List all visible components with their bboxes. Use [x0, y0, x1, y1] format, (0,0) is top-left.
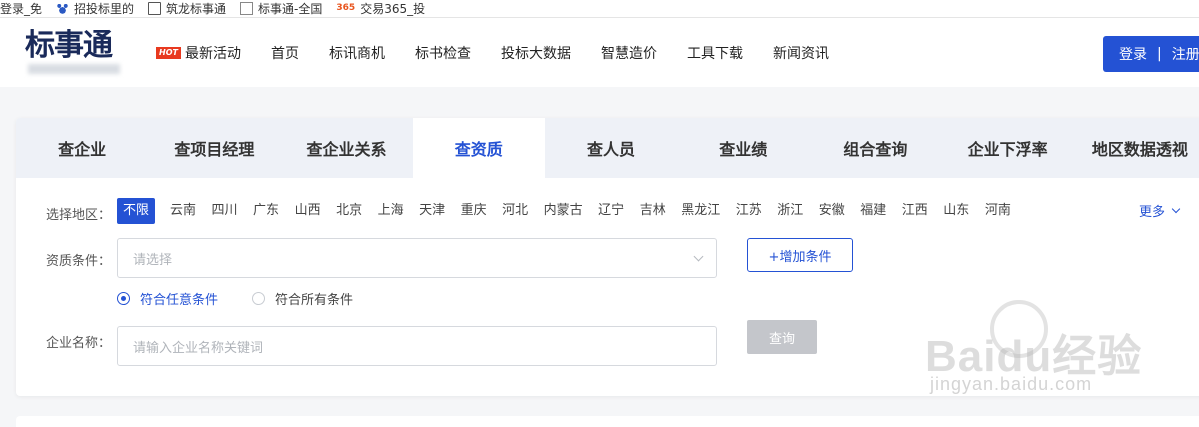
- bookmark-label: 登录_免: [0, 2, 43, 16]
- add-condition-button[interactable]: +增加条件: [747, 238, 853, 272]
- bookmark-label: 交易365_投: [360, 2, 426, 16]
- region-option[interactable]: 北京: [336, 198, 362, 224]
- nav-item-bid-check[interactable]: 标书检查: [415, 43, 471, 63]
- login-link[interactable]: 登录: [1119, 44, 1147, 64]
- region-option[interactable]: 天津: [419, 198, 445, 224]
- chevron-down-icon: [693, 251, 704, 262]
- region-option[interactable]: 山西: [295, 198, 321, 224]
- radio-dot: [117, 292, 130, 305]
- paw-icon: [56, 2, 70, 15]
- region-option[interactable]: 广东: [253, 198, 279, 224]
- company-name-input[interactable]: 请输入企业名称关键词: [117, 326, 717, 366]
- main-nav: HOT 最新活动 首页 标讯商机 标书检查 投标大数据 智慧造价 工具下载 新闻…: [156, 18, 859, 87]
- match-mode-radio-group: 符合任意条件 符合所有条件: [117, 289, 387, 308]
- search-tabs: 查企业 查项目经理 查企业关系 查资质 查人员 查业绩 组合查询 企业下浮率 地…: [16, 118, 1199, 178]
- region-option[interactable]: 山东: [943, 198, 969, 224]
- qualification-label: 资质条件：: [46, 254, 112, 269]
- bookmark-item[interactable]: 标事通-全国: [240, 0, 322, 17]
- page-icon: [240, 2, 254, 15]
- more-regions-button[interactable]: 更多: [1139, 201, 1181, 220]
- bookmark-item[interactable]: 365 交易365_投: [336, 0, 425, 17]
- region-option[interactable]: 江苏: [736, 198, 762, 224]
- tab-qualification[interactable]: 查资质: [412, 118, 545, 178]
- radio-label: 符合所有条件: [275, 293, 354, 308]
- nav-item-latest-activities[interactable]: HOT 最新活动: [156, 43, 241, 63]
- match-all-radio[interactable]: 符合所有条件: [252, 289, 353, 308]
- logo-subtitle: [28, 64, 120, 74]
- tab-personnel[interactable]: 查人员: [545, 118, 677, 178]
- login-register-button[interactable]: 登录 | 注册: [1103, 36, 1199, 72]
- nav-item-smart-costing[interactable]: 智慧造价: [601, 43, 657, 63]
- qualification-select[interactable]: 请选择: [117, 238, 717, 278]
- bookmark-item[interactable]: 筑龙标事通: [148, 0, 226, 17]
- tab-region-data[interactable]: 地区数据透视: [1074, 118, 1199, 178]
- register-link[interactable]: 注册: [1172, 44, 1199, 64]
- bookmarks-bar: 登录_免 招投标里的 筑龙标事通 标事通-全国 365 交易365_投: [0, 0, 1199, 18]
- hot-badge: HOT: [156, 46, 181, 59]
- radio-dot: [252, 292, 266, 305]
- tab-project-manager[interactable]: 查项目经理: [148, 118, 280, 178]
- radio-label: 符合任意条件: [140, 293, 219, 308]
- company-name-placeholder: 请输入企业名称关键词: [133, 340, 264, 356]
- region-option[interactable]: 吉林: [640, 198, 666, 224]
- region-option[interactable]: 上海: [378, 198, 404, 224]
- nav-item-bid-big-data[interactable]: 投标大数据: [501, 43, 571, 63]
- site-logo[interactable]: 标事通: [25, 30, 113, 62]
- bookmark-label: 招投标里的: [74, 2, 135, 16]
- s365-icon: 365: [336, 3, 356, 13]
- bookmark-label: 筑龙标事通: [166, 2, 227, 16]
- region-label: 选择地区：: [46, 208, 112, 223]
- region-option[interactable]: 黑龙江: [681, 198, 720, 224]
- region-filter: 不限 云南 四川 广东 山西 北京 上海 天津 重庆 河北 内蒙古 辽宁 吉林 …: [117, 198, 1026, 224]
- qualification-placeholder: 请选择: [133, 252, 173, 268]
- tab-discount-rate[interactable]: 企业下浮率: [942, 118, 1074, 178]
- tab-combined-query[interactable]: 组合查询: [809, 118, 941, 178]
- doc-icon: [148, 2, 162, 15]
- nav-item-tool-download[interactable]: 工具下载: [687, 43, 743, 63]
- results-panel: [16, 416, 1199, 427]
- site-header: 标事通 HOT 最新活动 首页 标讯商机 标书检查 投标大数据 智慧造价 工具下…: [0, 18, 1199, 87]
- search-panel: 查企业 查项目经理 查企业关系 查资质 查人员 查业绩 组合查询 企业下浮率 地…: [16, 118, 1199, 396]
- region-option[interactable]: 浙江: [777, 198, 803, 224]
- nav-item-bid-opportunities[interactable]: 标讯商机: [329, 43, 385, 63]
- tab-company-relations[interactable]: 查企业关系: [280, 118, 412, 178]
- tab-company[interactable]: 查企业: [16, 118, 148, 178]
- region-option[interactable]: 不限: [117, 198, 156, 224]
- region-option[interactable]: 福建: [860, 198, 886, 224]
- region-option[interactable]: 安徽: [819, 198, 845, 224]
- more-label: 更多: [1139, 205, 1166, 220]
- bookmark-item[interactable]: 招投标里的: [56, 0, 134, 17]
- query-button[interactable]: 查询: [747, 320, 817, 354]
- region-option[interactable]: 辽宁: [598, 198, 624, 224]
- region-option[interactable]: 四川: [212, 198, 238, 224]
- bookmark-item[interactable]: 登录_免: [0, 0, 42, 17]
- nav-label: 最新活动: [184, 45, 241, 62]
- bookmark-label: 标事通-全国: [258, 2, 323, 16]
- region-option[interactable]: 江西: [902, 198, 928, 224]
- nav-item-news[interactable]: 新闻资讯: [773, 43, 829, 63]
- nav-item-home[interactable]: 首页: [271, 43, 299, 63]
- region-option[interactable]: 重庆: [461, 198, 487, 224]
- tab-performance[interactable]: 查业绩: [677, 118, 809, 178]
- match-any-radio[interactable]: 符合任意条件: [117, 289, 218, 308]
- region-option[interactable]: 河北: [502, 198, 528, 224]
- region-option[interactable]: 云南: [170, 198, 196, 224]
- region-option[interactable]: 河南: [985, 198, 1011, 224]
- chevron-down-icon: [1171, 204, 1181, 213]
- company-name-label: 企业名称：: [46, 336, 112, 351]
- separator: |: [1157, 46, 1162, 62]
- region-option[interactable]: 内蒙古: [544, 198, 583, 224]
